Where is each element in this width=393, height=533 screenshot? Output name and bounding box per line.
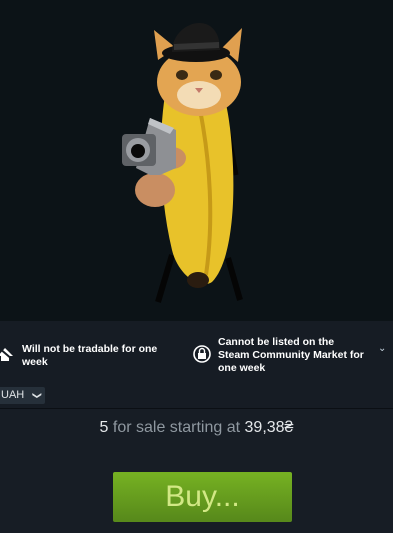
trade-restricted-icon — [0, 343, 16, 363]
divider — [0, 408, 393, 409]
trade-restriction-notice: Will not be tradable for one week — [0, 343, 162, 369]
item-artwork — [0, 0, 393, 321]
banana-cat-gun-image — [122, 23, 243, 303]
currency-select[interactable]: UAH ❯ — [0, 387, 45, 404]
item-restrictions-bar: Will not be tradable for one week Cannot… — [0, 321, 393, 408]
currency-selected-value: UAH — [1, 389, 25, 401]
market-restricted-icon — [192, 344, 212, 364]
chevron-down-icon: ❯ — [32, 391, 43, 400]
buy-button[interactable]: Buy... — [113, 472, 292, 522]
market-restriction-text: Cannot be listed on the Steam Community … — [218, 336, 364, 374]
market-restriction-notice: Cannot be listed on the Steam Community … — [192, 336, 368, 375]
trade-restriction-text: Will not be tradable for one week — [22, 343, 158, 368]
sale-mid-text: for sale starting at — [112, 419, 241, 436]
sale-start-price: 39,38₴ — [244, 419, 294, 436]
sale-summary: 5 for sale starting at 39,38₴ — [0, 419, 393, 437]
sale-count: 5 — [99, 419, 109, 436]
expand-chevron-icon[interactable]: ⌄ — [378, 343, 386, 354]
